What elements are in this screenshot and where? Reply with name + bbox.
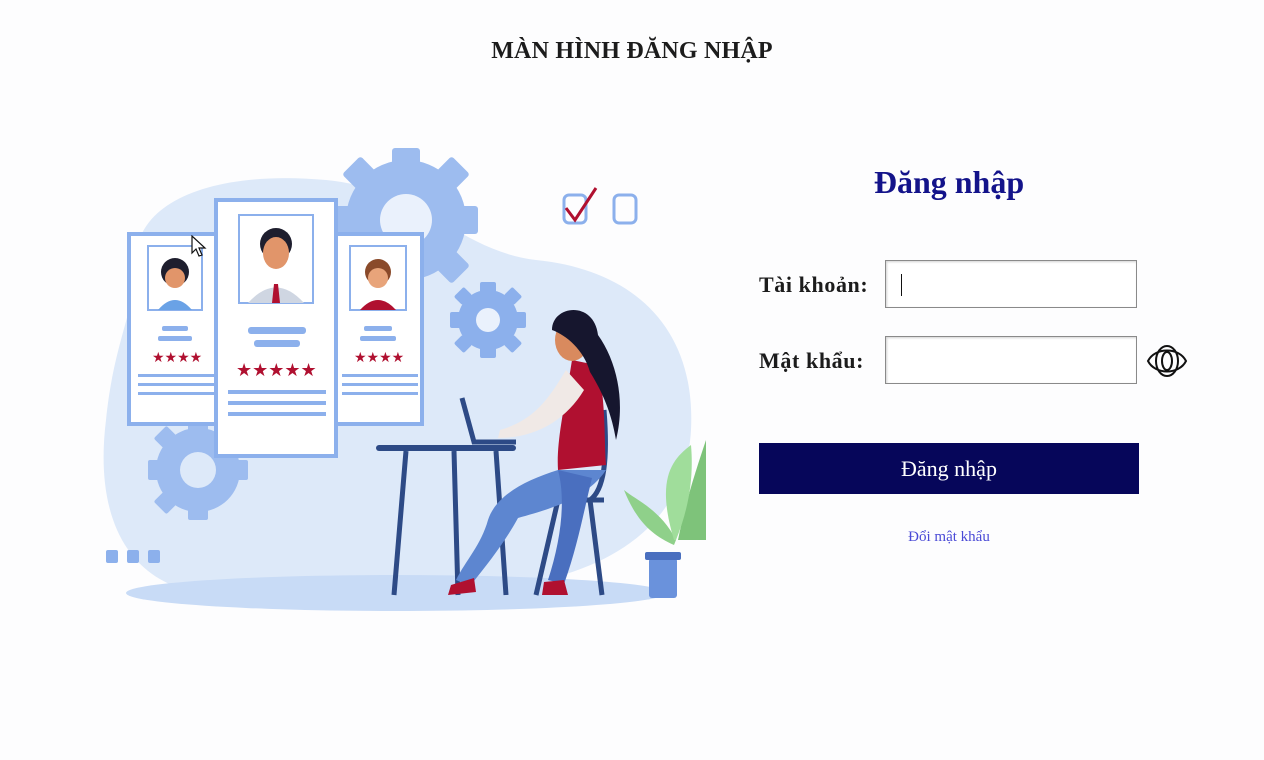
page-title: MÀN HÌNH ĐĂNG NHẬP: [491, 38, 773, 64]
dot-icon: [106, 550, 118, 563]
password-label: Mật khẩu:: [759, 348, 865, 373]
password-input[interactable]: [885, 336, 1137, 384]
svg-text:★★★★: ★★★★: [354, 351, 404, 366]
login-button[interactable]: Đăng nhập: [759, 443, 1139, 494]
svg-text:★★★★: ★★★★: [152, 351, 202, 366]
username-input[interactable]: [885, 260, 1137, 308]
text-caret: [901, 274, 902, 296]
login-heading: Đăng nhập: [873, 164, 1025, 200]
svg-text:★★★★★: ★★★★★: [236, 360, 317, 380]
username-label: Tài khoản:: [759, 272, 869, 297]
login-illustration: ★★★★ ★★★★ ★★★★★: [96, 140, 706, 620]
change-password-link[interactable]: Đổi mật khẩu: [759, 529, 1139, 546]
profile-card-right: ★★★★: [334, 232, 424, 426]
checkbox-empty-icon: [612, 193, 638, 225]
mouse-cursor-icon: [191, 234, 207, 259]
eye-icon[interactable]: [1145, 339, 1189, 383]
profile-card-center: ★★★★★: [214, 198, 338, 458]
profile-card-left: ★★★★: [127, 232, 221, 426]
